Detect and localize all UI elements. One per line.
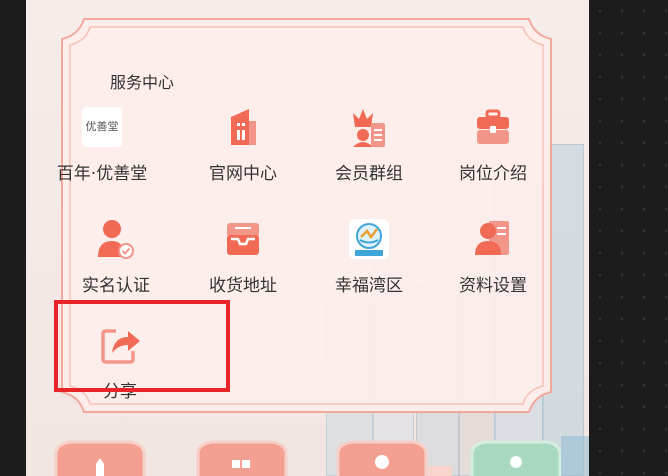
bottom-buttons-row [26, 436, 589, 476]
service-item-xingfu-bay[interactable]: 幸福湾区 [314, 217, 424, 296]
bottom-buttons-shapes [54, 436, 589, 476]
service-item-label: 百年·优善堂 [56, 164, 148, 184]
service-item-job-intro[interactable]: 岗位介绍 [438, 105, 548, 184]
app-screen: 服务中心 优善堂 百年·优善堂 官网中心 会员群组 岗位介绍 实名认证 收货地址… [26, 0, 589, 476]
youshantang-logo: 优善堂 [80, 105, 124, 149]
service-item-label: 幸福湾区 [335, 276, 403, 296]
xingfu-bay-logo [347, 217, 391, 261]
user-verified-icon [94, 217, 138, 261]
right-dark-margin [589, 0, 668, 476]
briefcase-icon [471, 105, 515, 149]
service-item-real-name-auth[interactable]: 实名认证 [61, 217, 171, 296]
service-item-label: 会员群组 [335, 164, 403, 184]
service-item-shipping-address[interactable]: 收货地址 [188, 217, 298, 296]
service-item-label: 实名认证 [82, 276, 150, 296]
service-item-member-groups[interactable]: 会员群组 [314, 105, 424, 184]
service-item-label: 岗位介绍 [459, 164, 527, 184]
service-item-official-site[interactable]: 官网中心 [188, 105, 298, 184]
service-item-label: 资料设置 [459, 276, 527, 296]
service-item-youshantang[interactable]: 优善堂 百年·优善堂 [47, 105, 157, 184]
service-item-profile-settings[interactable]: 资料设置 [438, 217, 548, 296]
inbox-icon [221, 217, 265, 261]
service-center-title: 服务中心 [110, 73, 175, 92]
share-highlight-box [54, 300, 230, 392]
service-item-label: 官网中心 [209, 164, 277, 184]
crown-members-icon [347, 105, 391, 149]
user-profile-icon [471, 217, 515, 261]
building-icon [221, 105, 265, 149]
service-item-label: 收货地址 [209, 276, 277, 296]
left-dark-margin [0, 0, 26, 476]
